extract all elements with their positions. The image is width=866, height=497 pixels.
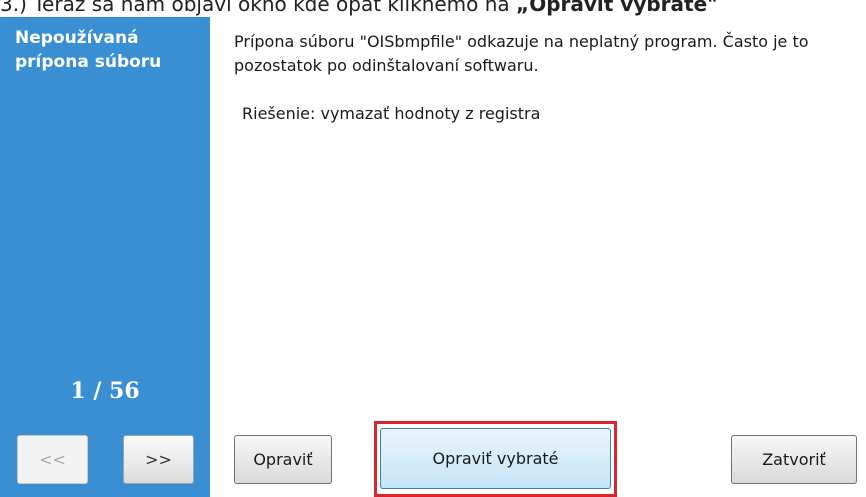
fix-selected-button[interactable]: Opraviť vybraté: [380, 428, 611, 489]
caption-text: 3.) Teraz sa nám objaví okno kde opäť kl…: [0, 0, 517, 16]
issue-details-panel: Prípona súboru "OISbmpfile" odkazuje na …: [210, 17, 866, 497]
fix-button[interactable]: Opraviť: [234, 435, 332, 484]
previous-button[interactable]: <<: [17, 435, 88, 484]
issue-solution: Riešenie: vymazať hodnoty z registra: [242, 104, 541, 123]
caption-bold-text: „Opraviť vybraté": [516, 0, 718, 16]
issue-counter: 1 / 56: [70, 378, 140, 404]
close-button[interactable]: Zatvoriť: [731, 435, 857, 484]
tutorial-caption: 3.) Teraz sa nám objaví okno kde opäť kl…: [0, 0, 866, 17]
issue-description: Prípona súboru "OISbmpfile" odkazuje na …: [234, 32, 809, 75]
sidebar-panel: Nepoužívaná prípona súboru 1 / 56 << >>: [0, 17, 210, 497]
issue-category-title: Nepoužívaná prípona súboru: [15, 28, 162, 72]
next-button[interactable]: >>: [123, 435, 194, 484]
